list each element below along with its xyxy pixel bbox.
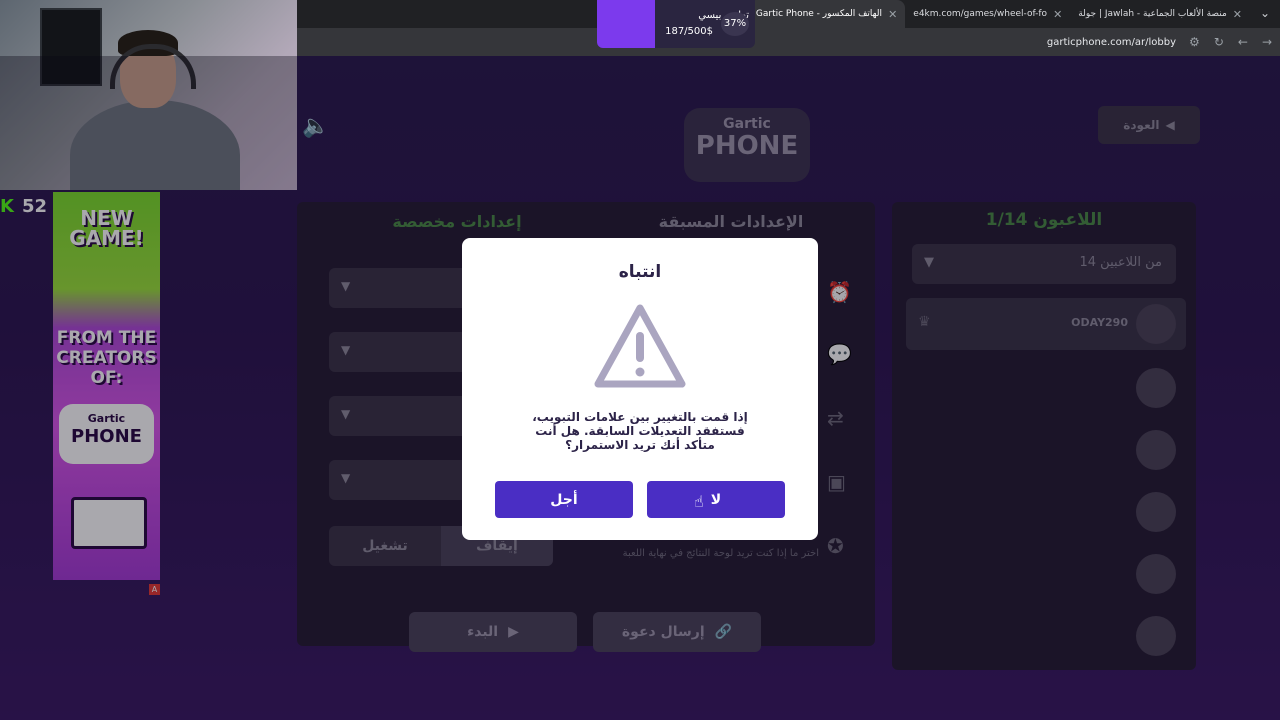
donation-color-swatch (597, 0, 655, 48)
browser-tab-gartic[interactable]: Gartic Phone - الهاتف المكسور ✕ (747, 0, 906, 28)
tab-list-chevron-icon[interactable]: ⌄ (1260, 6, 1270, 20)
close-tab-icon[interactable]: ✕ (1053, 8, 1062, 21)
mouse-cursor-icon: ☝ (694, 492, 704, 511)
tab-title: Gartic Phone - الهاتف المكسور (755, 9, 883, 19)
nav-controls: ⚙ ↻ ← → (1189, 35, 1272, 49)
dialog-message: إذا قمت بالتغيير بين علامات التبويب، فست… (532, 410, 748, 452)
tune-icon[interactable]: ⚙ (1189, 35, 1200, 49)
warning-icon (594, 304, 686, 388)
tab-title: جولة | Jawlah - منصة الألعاب الجماعية (1078, 9, 1227, 19)
url-text[interactable]: garticphone.com/ar/lobby (1047, 37, 1176, 48)
forward-icon[interactable]: ← (1238, 35, 1248, 49)
reload-icon[interactable]: ↻ (1214, 35, 1224, 49)
donation-amount: 187/500$ (665, 26, 713, 37)
close-tab-icon[interactable]: ✕ (1233, 8, 1242, 21)
confirm-dialog: انتباه إذا قمت بالتغيير بين علامات التبو… (462, 238, 818, 540)
dialog-title: انتباه (618, 262, 662, 282)
donation-goal-widget: تطوير بيسي 187/500$ 37% (597, 0, 755, 48)
yes-button[interactable]: أجل (495, 481, 633, 518)
tab-title: e4km.com/games/wheel-of-fo (913, 9, 1048, 19)
donation-percent: 37% (721, 12, 749, 36)
browser-tab-wheel[interactable]: e4km.com/games/wheel-of-fo ✕ (905, 0, 1070, 28)
tab-strip: ⌄ جولة | Jawlah - منصة الألعاب الجماعية … (720, 0, 1280, 28)
browser-tab-jawlah[interactable]: جولة | Jawlah - منصة الألعاب الجماعية ✕ (1070, 0, 1250, 28)
no-button[interactable]: لا (647, 481, 785, 518)
close-tab-icon[interactable]: ✕ (888, 8, 897, 21)
back-icon[interactable]: → (1262, 35, 1272, 49)
